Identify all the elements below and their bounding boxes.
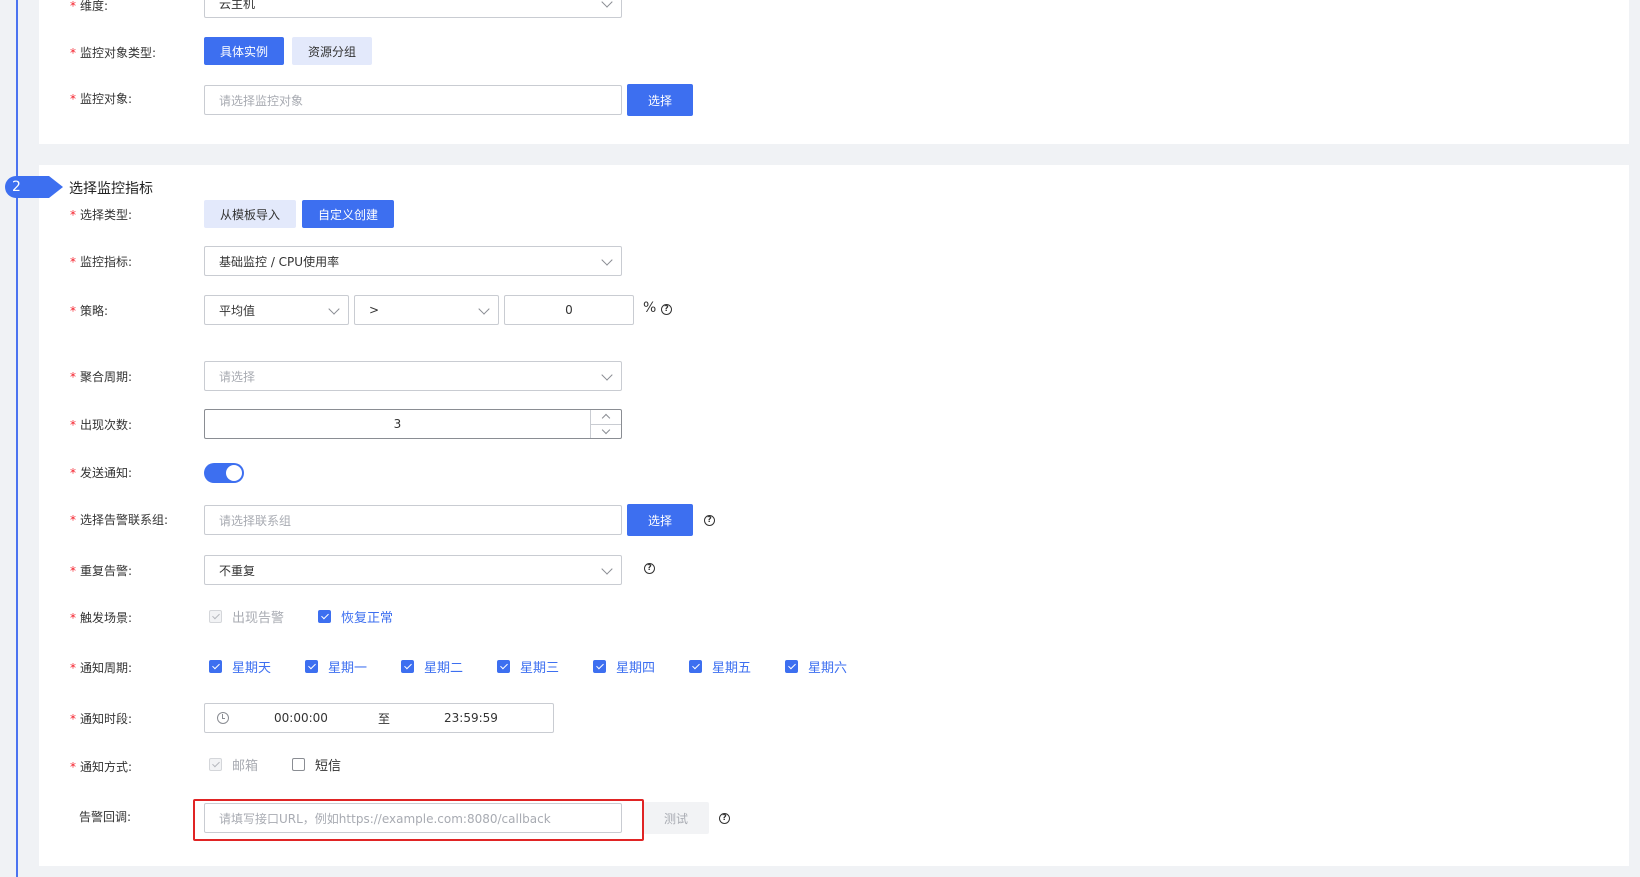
checkbox-icon [593, 660, 606, 673]
cycle-label: * 通知周期: [70, 661, 133, 675]
checkbox-icon [209, 758, 222, 771]
step-timeline [16, 0, 18, 877]
cycle-day-thu[interactable]: 星期四 [593, 657, 655, 676]
checkbox-icon [318, 610, 331, 623]
metric-label: * 监控指标: [70, 255, 133, 269]
decrement-icon[interactable] [591, 424, 621, 438]
cycle-day-wed[interactable]: 星期三 [497, 657, 559, 676]
cycle-day-fri[interactable]: 星期五 [689, 657, 751, 676]
strategy-aggregation-select[interactable]: 平均值 [204, 295, 349, 325]
custom-create-button[interactable]: 自定义创建 [302, 200, 394, 228]
period-select[interactable]: 请选择 [204, 361, 622, 391]
target-type-group-button[interactable]: 资源分组 [292, 37, 372, 65]
contact-label: * 选择告警联系组: [70, 513, 169, 527]
checkbox-icon [305, 660, 318, 673]
dimension-select[interactable]: 云主机 [204, 0, 622, 18]
target-card: * 维度: 云主机 * 监控对象类型: 具体实例 资源分组 * 监控对象: 请选择监控… [39, 0, 1629, 144]
time-range-picker[interactable]: 00:00:00 至 23:59:59 [204, 703, 554, 733]
contact-input[interactable]: 请选择联系组 [204, 505, 622, 535]
method-sms-checkbox[interactable]: 短信 [292, 755, 341, 774]
help-icon[interactable]: ? [661, 304, 672, 315]
strategy-threshold-input[interactable]: 0 [504, 295, 634, 325]
help-icon[interactable]: ? [644, 563, 655, 574]
trigger-label: * 触发场景: [70, 611, 133, 625]
target-select-button[interactable]: 选择 [627, 84, 693, 116]
help-icon[interactable]: ? [704, 515, 715, 526]
checkbox-icon [401, 660, 414, 673]
chevron-down-icon [601, 254, 613, 266]
timerange-label: * 通知时段: [70, 712, 133, 726]
toggle-knob [226, 465, 242, 481]
checkbox-icon [209, 660, 222, 673]
checkbox-icon [292, 758, 305, 771]
stepper-controls [590, 410, 621, 438]
cycle-day-tue[interactable]: 星期二 [401, 657, 463, 676]
import-template-button[interactable]: 从模板导入 [204, 200, 296, 228]
repeat-label: * 重复告警: [70, 564, 133, 578]
method-email-checkbox: 邮箱 [209, 755, 258, 774]
unit-label: % [643, 300, 657, 316]
increment-icon[interactable] [591, 410, 621, 424]
chevron-down-icon [601, 369, 613, 381]
repeat-select[interactable]: 不重复 [204, 555, 622, 585]
select-type-label: * 选择类型: [70, 208, 133, 222]
chevron-down-icon [328, 303, 340, 315]
trigger-alert-checkbox: 出现告警 [209, 607, 284, 626]
contact-select-button[interactable]: 选择 [627, 504, 693, 536]
strategy-label: * 策略: [70, 304, 109, 318]
target-label: * 监控对象: [70, 92, 133, 106]
cycle-day-mon[interactable]: 星期一 [305, 657, 367, 676]
callback-test-button[interactable]: 测试 [643, 802, 709, 834]
strategy-operator-select[interactable]: > [354, 295, 499, 325]
target-type-label: * 监控对象类型: [70, 46, 157, 60]
time-end: 23:59:59 [444, 711, 498, 725]
target-input[interactable]: 请选择监控对象 [204, 85, 622, 115]
chevron-down-icon [601, 563, 613, 575]
chevron-down-icon [478, 303, 490, 315]
checkbox-icon [497, 660, 510, 673]
checkbox-icon [689, 660, 702, 673]
count-stepper[interactable]: 3 [204, 409, 622, 439]
count-label: * 出现次数: [70, 418, 133, 432]
metric-form: * 选择类型: 从模板导入 自定义创建 * 监控指标: 基础监控 / CPU使用率 … [39, 165, 1629, 866]
time-start: 00:00:00 [274, 711, 328, 725]
notify-label: * 发送通知: [70, 466, 133, 480]
clock-icon [217, 712, 229, 724]
checkbox-icon [209, 610, 222, 623]
cycle-day-sat[interactable]: 星期六 [785, 657, 847, 676]
time-separator: 至 [377, 711, 390, 726]
target-type-instance-button[interactable]: 具体实例 [204, 37, 284, 65]
dimension-label: * 维度: [70, 0, 109, 13]
metric-select[interactable]: 基础监控 / CPU使用率 [204, 246, 622, 276]
method-label: * 通知方式: [70, 760, 133, 774]
highlight-box [193, 799, 644, 841]
trigger-recover-checkbox[interactable]: 恢复正常 [318, 607, 393, 626]
period-label: * 聚合周期: [70, 370, 133, 384]
cycle-day-sun[interactable]: 星期天 [209, 657, 271, 676]
checkbox-icon [785, 660, 798, 673]
notify-toggle[interactable] [204, 463, 244, 483]
callback-label: 告警回调: [79, 810, 132, 824]
chevron-down-icon [601, 0, 613, 8]
help-icon[interactable]: ? [719, 813, 730, 824]
